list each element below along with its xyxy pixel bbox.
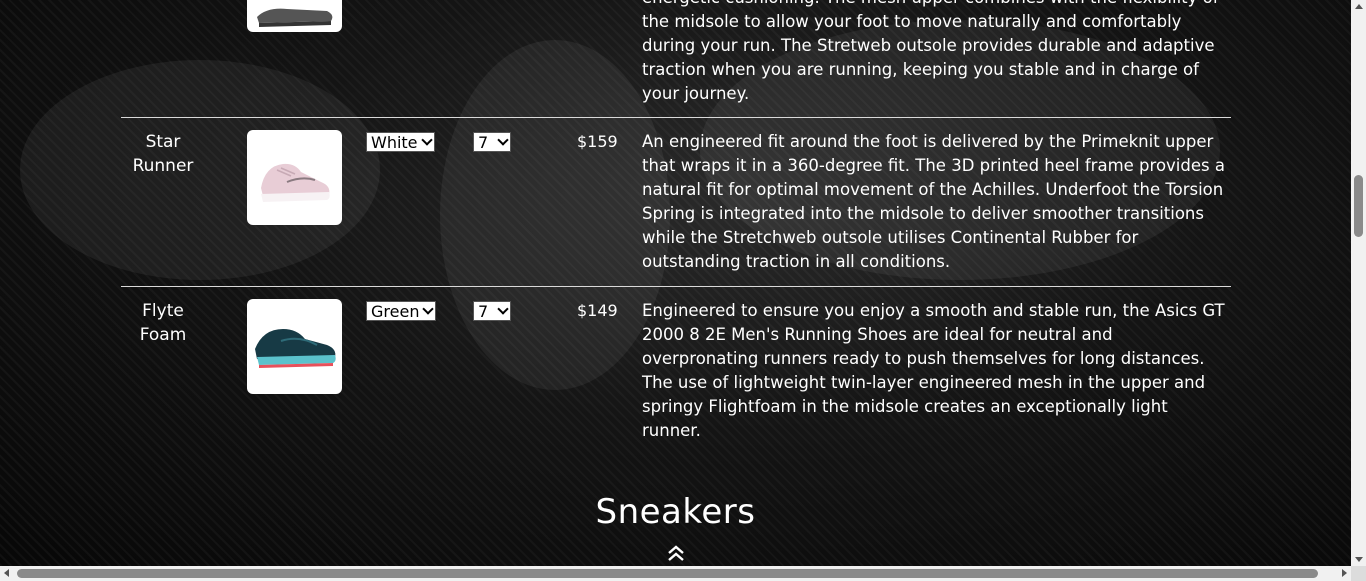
color-select-value: Green bbox=[371, 302, 420, 321]
product-image[interactable] bbox=[247, 299, 342, 394]
horizontal-scrollbar[interactable] bbox=[0, 566, 1351, 581]
chevron-down-icon bbox=[497, 303, 509, 315]
scroll-right-arrow-icon[interactable] bbox=[1342, 569, 1347, 577]
size-select-value: 7 bbox=[478, 133, 489, 152]
product-description: energetic cushioning. The mesh upper com… bbox=[642, 0, 1219, 103]
table-row: energetic cushioning. The mesh upper com… bbox=[121, 0, 1231, 117]
product-description: An engineered fit around the foot is del… bbox=[642, 132, 1225, 271]
product-image[interactable] bbox=[247, 130, 342, 225]
table-row: Star Runner White 7 $159 An engineered f… bbox=[121, 117, 1231, 287]
vertical-scrollbar[interactable] bbox=[1351, 0, 1366, 566]
size-select[interactable]: 7 bbox=[473, 301, 511, 321]
product-name-line: Star bbox=[145, 132, 181, 152]
table-row: Flyte Foam Green 7 $149 Engineered to en… bbox=[121, 286, 1231, 457]
color-select-value: White bbox=[371, 133, 418, 152]
scroll-up-arrow-icon[interactable] bbox=[1355, 4, 1363, 9]
scroll-left-arrow-icon[interactable] bbox=[4, 569, 9, 577]
color-select[interactable]: Green bbox=[366, 301, 437, 321]
product-name: Star Runner bbox=[121, 130, 205, 178]
pink-sneaker-image bbox=[261, 163, 330, 202]
product-price: $149 bbox=[577, 301, 618, 320]
scrollbar-corner bbox=[1351, 566, 1366, 581]
chevron-down-icon bbox=[422, 303, 435, 315]
product-price: $159 bbox=[577, 132, 618, 151]
color-select[interactable]: White bbox=[366, 132, 435, 152]
section-title: Sneakers bbox=[595, 492, 756, 532]
size-select[interactable]: 7 bbox=[473, 132, 511, 152]
product-name: Flyte Foam bbox=[121, 299, 205, 347]
vertical-scroll-thumb[interactable] bbox=[1354, 175, 1363, 237]
product-name-line: Runner bbox=[132, 156, 194, 176]
product-name-line: Flyte bbox=[142, 301, 184, 321]
gray-sneaker-image bbox=[257, 8, 333, 27]
product-image[interactable] bbox=[247, 0, 342, 32]
size-select-value: 7 bbox=[478, 302, 489, 321]
chevron-down-icon bbox=[497, 134, 509, 146]
horizontal-scroll-thumb[interactable] bbox=[17, 569, 1318, 578]
scroll-down-arrow-icon[interactable] bbox=[1355, 557, 1363, 562]
teal-sneaker-image bbox=[255, 329, 336, 368]
product-name-line: Foam bbox=[139, 325, 187, 345]
double-chevron-up-icon[interactable] bbox=[667, 545, 685, 561]
chevron-down-icon bbox=[420, 134, 433, 146]
product-description: Engineered to ensure you enjoy a smooth … bbox=[642, 301, 1225, 440]
